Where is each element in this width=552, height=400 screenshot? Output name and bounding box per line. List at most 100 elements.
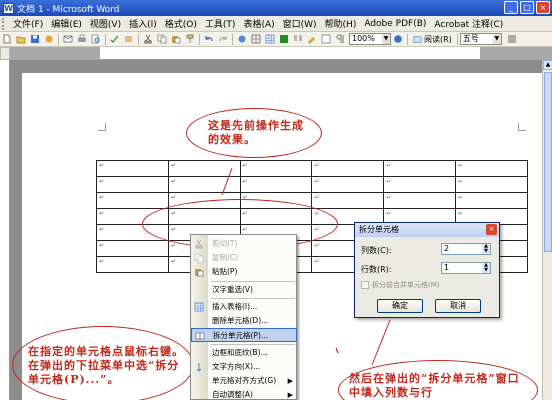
menu-edit[interactable]: 编辑(E) [47, 17, 86, 30]
minimize-button[interactable]: _ [504, 1, 518, 14]
split-cells-icon [195, 332, 205, 340]
close-button[interactable]: × [536, 1, 550, 14]
table-cell[interactable]: ↵ [383, 176, 457, 193]
menu-item-split-cells[interactable]: 拆分单元格(P)... [191, 328, 297, 342]
menu-item-insert-table[interactable]: 插入表格(I)... [191, 300, 297, 314]
menu-window[interactable]: 窗口(W) [279, 17, 321, 30]
vertical-ruler[interactable] [0, 60, 10, 400]
insert-table-icon[interactable] [264, 34, 276, 45]
font-size-combo[interactable]: 五号 ▼ [459, 33, 502, 45]
spelling-icon[interactable] [109, 34, 121, 45]
document-map-icon[interactable] [320, 34, 332, 45]
merge-label: 拆分前合并单元格(M) [372, 281, 440, 289]
align-icon[interactable] [506, 34, 518, 45]
table-cell[interactable]: ↵ [96, 192, 169, 209]
table-cell[interactable]: ↵ [239, 160, 313, 177]
menu-item-autofit[interactable]: 自动调整(A) ▶ [191, 388, 297, 400]
scroll-thumb[interactable] [544, 72, 552, 252]
table-cell[interactable]: ↵ [239, 176, 313, 193]
read-button[interactable]: 阅读(R) [410, 34, 455, 45]
insert-excel-icon[interactable] [278, 34, 290, 45]
menu-item-borders-shading[interactable]: 边框和底纹(B)... [191, 346, 297, 360]
table-cell[interactable]: ↵ [455, 176, 528, 193]
font-size-value: 五号 [462, 34, 479, 43]
menu-item-paste[interactable]: 粘贴(P) [191, 265, 297, 279]
menu-item-delete-cells[interactable]: 删除单元格(D)... [191, 314, 297, 328]
tables-borders-icon[interactable] [250, 34, 262, 45]
merge-before-split-checkbox[interactable]: 拆分前合并单元格(M) [361, 280, 440, 290]
ok-button[interactable]: 确定 [377, 299, 423, 313]
dialog-close-icon[interactable]: × [486, 224, 497, 235]
columns-icon[interactable] [292, 34, 304, 45]
table-cell[interactable]: ↵ [311, 192, 385, 209]
menu-tools[interactable]: 工具(T) [201, 17, 240, 30]
menu-item-copy[interactable]: 复制(C) [191, 251, 297, 265]
menu-item-label: 剪切(T) [212, 239, 238, 248]
stepper-arrows-icon[interactable]: ▲ ▼ [482, 263, 490, 273]
table-cell[interactable]: ↵ [383, 192, 457, 209]
research-icon[interactable] [123, 34, 135, 45]
print-icon[interactable] [76, 34, 88, 45]
table-cell[interactable]: ↵ [96, 256, 169, 273]
table-cell[interactable]: ↵ [383, 160, 457, 177]
table-cell[interactable]: ↵ [455, 160, 528, 177]
menu-item-label: 粘贴(P) [212, 267, 238, 276]
menu-acrobat-comments[interactable]: Acrobat 注释(C) [430, 17, 507, 30]
checkbox-box[interactable] [361, 281, 369, 289]
menu-view[interactable]: 视图(V) [86, 17, 125, 30]
copy-icon[interactable] [156, 34, 168, 45]
rows-value: 1 [444, 263, 450, 272]
menu-table[interactable]: 表格(A) [239, 17, 278, 30]
table-cell[interactable]: ↵ [311, 176, 385, 193]
stepper-arrows-icon[interactable]: ▲ ▼ [482, 244, 490, 254]
open-icon[interactable] [15, 34, 27, 45]
horizontal-ruler[interactable] [10, 47, 552, 60]
menu-item-cut[interactable]: 剪切(T) [191, 237, 297, 251]
drawing-icon[interactable] [306, 34, 318, 45]
menu-format[interactable]: 格式(O) [161, 17, 201, 30]
menu-insert[interactable]: 插入(I) [125, 17, 161, 30]
table-cell[interactable]: ↵ [455, 192, 528, 209]
menu-help[interactable]: 帮助(H) [321, 17, 361, 30]
table-cell[interactable]: ↵ [311, 160, 385, 177]
scroll-up-icon[interactable]: ▲ [543, 60, 552, 70]
show-hide-icon[interactable] [334, 34, 346, 45]
zoom-combo[interactable]: 100% ▼ [349, 33, 391, 45]
table-cell[interactable]: ↵ [167, 176, 241, 193]
menu-item-reconvert[interactable]: 汉字重选(V) [191, 283, 297, 297]
menu-item-label: 汉字重选(V) [212, 285, 253, 294]
print-preview-icon[interactable] [90, 34, 102, 45]
right-annotation: 然后在弹出的“拆分单元格”窗口中填入列数与行 [349, 372, 520, 399]
menu-file[interactable]: 文件(F) [9, 17, 47, 30]
vertical-scrollbar[interactable]: ▲ [542, 60, 552, 400]
menu-adobe-pdf[interactable]: Adobe PDF(B) [360, 19, 430, 29]
menu-item-label: 删除单元格(D)... [212, 316, 269, 325]
zoom-dropdown-icon[interactable]: ▼ [382, 34, 390, 44]
menu-separator [211, 281, 295, 282]
permission-icon[interactable] [43, 34, 55, 45]
window-title: 文档 1 - Microsoft Word [17, 4, 120, 15]
font-size-dropdown-icon[interactable]: ▼ [492, 34, 501, 44]
maximize-button[interactable]: □ [520, 1, 534, 14]
new-icon[interactable] [1, 34, 13, 45]
table-cell[interactable]: ↵ [96, 240, 169, 257]
mail-icon[interactable] [62, 34, 74, 45]
table-cell[interactable]: ↵ [167, 160, 241, 177]
table-cell[interactable]: ↵ [96, 176, 169, 193]
menu-item-text-direction[interactable]: 文字方向(X)... [191, 360, 297, 374]
redo-icon[interactable] [217, 34, 229, 45]
ruler-corner[interactable] [0, 47, 10, 60]
help-icon[interactable] [392, 34, 404, 45]
rows-stepper[interactable]: 1 ▲ ▼ [441, 262, 491, 274]
format-painter-icon[interactable] [184, 34, 196, 45]
columns-label: 列数(C): [361, 246, 392, 255]
save-icon[interactable] [29, 34, 41, 45]
paste-icon[interactable] [170, 34, 182, 45]
columns-stepper[interactable]: 2 ▲ ▼ [441, 243, 491, 255]
cancel-button[interactable]: 取消 [435, 299, 481, 313]
table-cell[interactable]: ↵ [96, 160, 169, 177]
menu-item-cell-alignment[interactable]: 单元格对齐方式(G) ▶ [191, 374, 297, 388]
cut-icon[interactable] [142, 34, 154, 45]
undo-icon[interactable] [203, 34, 215, 45]
hyperlink-icon[interactable] [236, 34, 248, 45]
